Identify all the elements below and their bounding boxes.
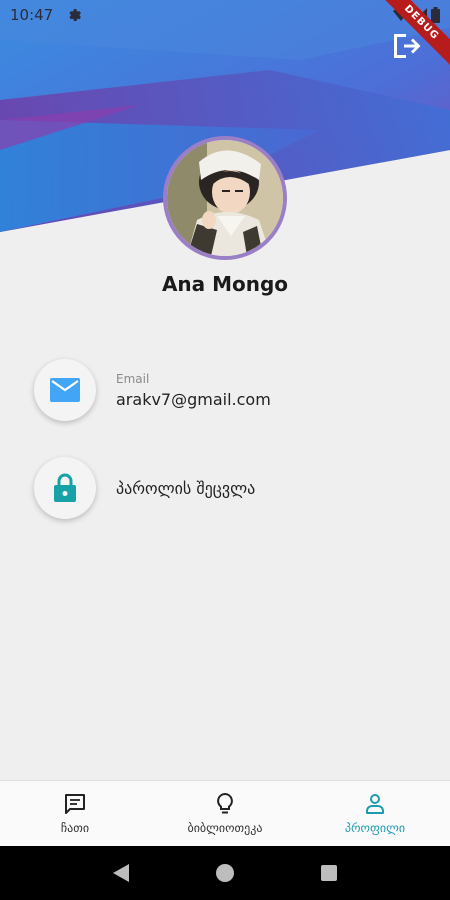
lock-icon-button[interactable] (34, 457, 96, 519)
home-circle-icon (215, 864, 234, 882)
logout-button[interactable] (390, 30, 422, 62)
back-button[interactable] (113, 864, 130, 882)
logout-icon (394, 34, 421, 58)
system-navigation-bar (0, 846, 450, 900)
email-label: Email (116, 371, 150, 386)
bottom-navigation: ჩათი ბიბლიოთეკა პროფილი (0, 780, 450, 846)
gear-icon (69, 9, 82, 21)
nav-label-chat: ჩათი (60, 821, 90, 835)
chat-icon (65, 794, 85, 814)
status-bar: 10:47 (0, 0, 450, 30)
email-value: arakv7@gmail.com (116, 389, 271, 409)
email-icon (50, 378, 80, 402)
person-icon (366, 794, 384, 814)
lock-icon (54, 473, 76, 502)
avatar[interactable] (163, 136, 287, 260)
nav-item-chat[interactable]: ჩათი (0, 781, 150, 846)
avatar-image (167, 140, 283, 256)
nav-label-library: ბიბლიოთეკა (187, 821, 263, 835)
email-icon-button[interactable] (34, 359, 96, 421)
change-password-row[interactable]: პაროლის შეცვლა (34, 457, 255, 519)
email-row: Email arakv7@gmail.com (34, 359, 271, 421)
profile-name: Ana Mongo (161, 272, 289, 296)
change-password-label: პაროლის შეცვლა (116, 478, 256, 498)
nav-item-library[interactable]: ბიბლიოთეკა (150, 781, 300, 846)
battery-icon (431, 7, 440, 23)
back-triangle-icon (113, 864, 130, 882)
nav-item-profile[interactable]: პროფილი (300, 781, 450, 846)
recents-square-icon (320, 865, 337, 881)
nav-label-profile: პროფილი (344, 821, 406, 835)
status-time: 10:47 (10, 6, 54, 24)
lightbulb-icon (217, 792, 233, 814)
recents-button[interactable] (320, 865, 337, 881)
home-button[interactable] (215, 864, 234, 882)
